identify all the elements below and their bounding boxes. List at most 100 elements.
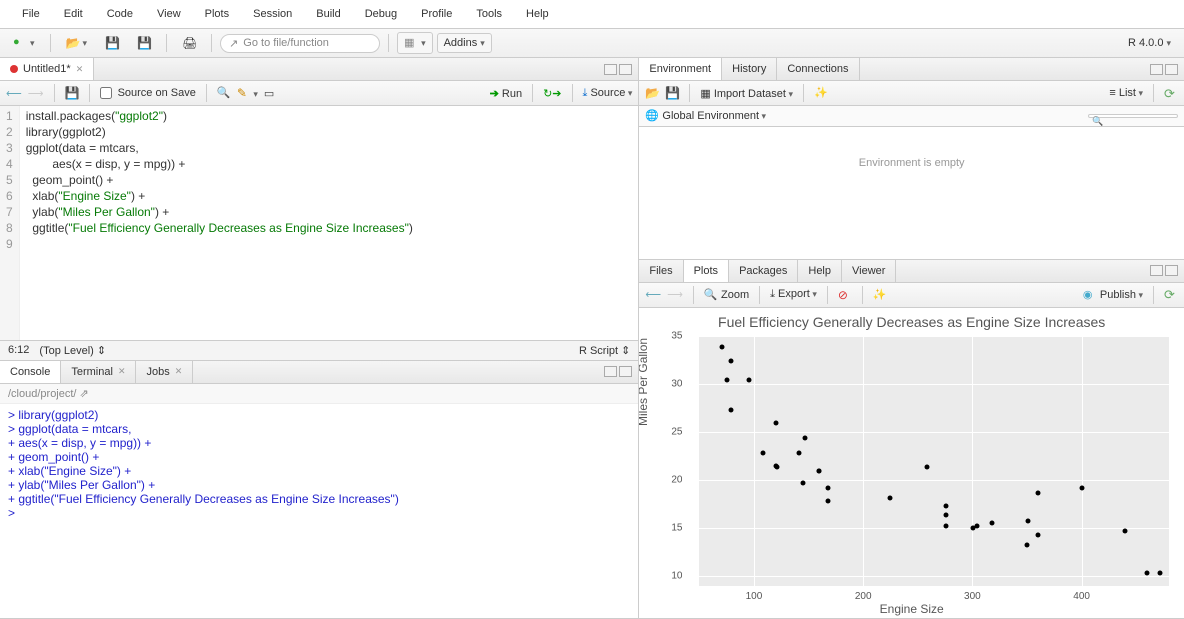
menu-edit[interactable]: Edit xyxy=(52,4,95,24)
zoom-icon xyxy=(704,288,718,302)
tab-help[interactable]: Help xyxy=(798,260,842,282)
unsaved-icon xyxy=(10,65,18,73)
open-file-button[interactable] xyxy=(59,32,95,54)
menu-file[interactable]: File xyxy=(10,4,52,24)
remove-plot-button[interactable] xyxy=(838,288,852,302)
forward-button[interactable] xyxy=(28,87,44,100)
tab-environment[interactable]: Environment xyxy=(639,58,722,80)
separator xyxy=(166,34,167,52)
console-tabs: ConsoleTerminal ✕Jobs ✕ xyxy=(0,361,638,384)
minimize-icon[interactable] xyxy=(604,64,617,75)
code-tools-button[interactable] xyxy=(237,86,258,100)
plot-title: Fuel Efficiency Generally Decreases as E… xyxy=(639,308,1184,332)
menu-session[interactable]: Session xyxy=(241,4,304,24)
menubar: FileEditCodeViewPlotsSessionBuildDebugPr… xyxy=(0,0,1184,29)
save-all-icon xyxy=(137,36,151,50)
tab-terminal[interactable]: Terminal ✕ xyxy=(61,361,136,383)
refresh-plot-button[interactable] xyxy=(1164,287,1178,302)
save-env-button[interactable] xyxy=(665,86,679,100)
tab-jobs[interactable]: Jobs ✕ xyxy=(136,361,193,383)
save-all-button[interactable] xyxy=(130,32,158,54)
data-point xyxy=(825,485,830,490)
tab-files[interactable]: Files xyxy=(639,260,683,282)
env-toolbar: ▦ Import Dataset ≡ List xyxy=(639,81,1184,106)
maximize-icon[interactable] xyxy=(1165,265,1178,276)
export-plot-button[interactable]: ⤓ Export xyxy=(770,288,817,301)
print-button[interactable] xyxy=(175,32,203,54)
data-point xyxy=(990,521,995,526)
save-button[interactable] xyxy=(98,32,126,54)
data-point xyxy=(825,499,830,504)
source-tab-untitled[interactable]: Untitled1* ✕ xyxy=(0,58,94,80)
menu-profile[interactable]: Profile xyxy=(409,4,464,24)
menu-debug[interactable]: Debug xyxy=(353,4,409,24)
r-version[interactable]: R 4.0.0 xyxy=(1121,33,1178,53)
tab-console[interactable]: Console xyxy=(0,361,61,383)
import-dataset-button[interactable]: ▦ Import Dataset xyxy=(700,87,793,100)
source-button[interactable]: ⤓ Source xyxy=(583,87,633,100)
run-button[interactable]: Run xyxy=(490,87,522,100)
menu-build[interactable]: Build xyxy=(304,4,352,24)
refresh-icon xyxy=(1164,86,1178,100)
data-point xyxy=(943,512,948,517)
data-point xyxy=(924,464,929,469)
save-source-button[interactable] xyxy=(65,86,79,100)
addins-button[interactable]: Addins xyxy=(437,33,492,53)
separator xyxy=(211,34,212,52)
list-view-button[interactable]: ≡ List xyxy=(1109,87,1143,99)
menu-code[interactable]: Code xyxy=(95,4,145,24)
menu-plots[interactable]: Plots xyxy=(193,4,241,24)
scope-indicator[interactable]: (Top Level) ⇕ xyxy=(39,344,106,357)
close-tab-icon[interactable]: ✕ xyxy=(76,64,84,75)
menu-view[interactable]: View xyxy=(145,4,193,24)
tab-viewer[interactable]: Viewer xyxy=(842,260,896,282)
menu-help[interactable]: Help xyxy=(514,4,561,24)
plot-area: Fuel Efficiency Generally Decreases as E… xyxy=(639,308,1184,618)
separator xyxy=(50,34,51,52)
grid-button[interactable] xyxy=(397,32,433,54)
folder-open-icon xyxy=(66,36,80,50)
search-icon xyxy=(217,86,231,100)
file-type[interactable]: R Script ⇕ xyxy=(579,344,630,357)
env-tabs: EnvironmentHistoryConnections xyxy=(639,58,1184,81)
data-point xyxy=(1035,490,1040,495)
find-button[interactable] xyxy=(217,86,231,100)
clear-plots-button[interactable] xyxy=(873,288,887,302)
tab-history[interactable]: History xyxy=(722,58,777,80)
clear-env-button[interactable] xyxy=(814,86,828,100)
env-scope-bar: Global Environment xyxy=(639,106,1184,127)
prev-plot-button[interactable] xyxy=(645,288,661,301)
rerun-button[interactable]: ↻➔ xyxy=(543,87,561,100)
maximize-icon[interactable] xyxy=(1165,64,1178,75)
print-icon xyxy=(182,36,196,50)
plot-region: 101520253035100200300400 xyxy=(699,336,1169,586)
minimize-icon[interactable] xyxy=(1150,64,1163,75)
back-button[interactable] xyxy=(6,87,22,100)
code-editor[interactable]: 123456789 install.packages("ggplot2")lib… xyxy=(0,106,638,340)
env-empty-message: Environment is empty xyxy=(639,127,1184,199)
data-point xyxy=(943,504,948,509)
next-plot-button[interactable] xyxy=(667,288,683,301)
console[interactable]: > library(ggplot2)> ggplot(data = mtcars… xyxy=(0,404,638,618)
load-button[interactable] xyxy=(645,86,659,100)
menu-tools[interactable]: Tools xyxy=(464,4,514,24)
minimize-icon[interactable] xyxy=(604,366,617,377)
editor-status-bar: 6:12 (Top Level) ⇕ R Script ⇕ xyxy=(0,340,638,360)
minimize-icon[interactable] xyxy=(1150,265,1163,276)
back-icon xyxy=(6,88,22,100)
maximize-icon[interactable] xyxy=(619,64,632,75)
publish-button[interactable]: Publish xyxy=(1083,288,1143,302)
zoom-plot-button[interactable]: Zoom xyxy=(704,288,749,302)
env-scope-selector[interactable]: Global Environment xyxy=(645,109,766,123)
publish-icon xyxy=(1083,288,1097,302)
maximize-icon[interactable] xyxy=(619,366,632,377)
report-button[interactable]: ▭ xyxy=(264,87,274,100)
goto-file-input[interactable]: ↗Go to file/function xyxy=(220,34,380,53)
refresh-env-button[interactable] xyxy=(1164,86,1178,101)
tab-connections[interactable]: Connections xyxy=(777,58,859,80)
tab-plots[interactable]: Plots xyxy=(684,260,729,282)
source-on-save-checkbox[interactable] xyxy=(100,87,112,99)
new-file-button[interactable] xyxy=(6,32,42,54)
env-search-input[interactable] xyxy=(1088,114,1178,118)
tab-packages[interactable]: Packages xyxy=(729,260,798,282)
